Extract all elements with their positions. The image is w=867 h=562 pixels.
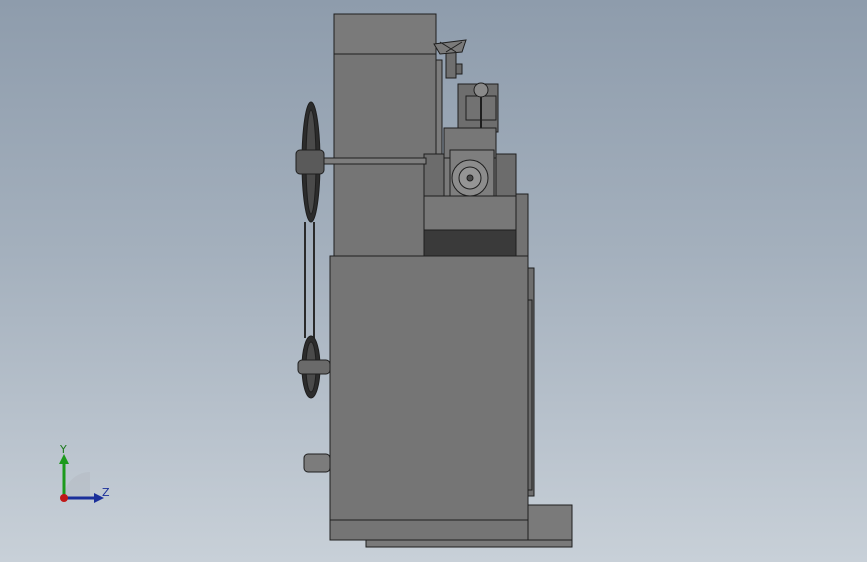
head-frame-left: [423, 153, 445, 197]
drive-shaft: [317, 157, 427, 165]
z-axis-label: Z: [102, 486, 110, 499]
handwheel-stem: [445, 51, 457, 79]
handwheel-collar: [455, 63, 463, 75]
view-triad[interactable]: Y Z: [44, 440, 124, 512]
cad-viewport[interactable]: Y Z: [0, 0, 867, 562]
triad-quadrant: [64, 472, 90, 498]
lower-pulley-hub: [297, 359, 331, 375]
head-frame-right: [495, 153, 517, 197]
x-axis-dot: [60, 494, 68, 502]
lower-column: [329, 255, 529, 541]
saddle-band: [423, 229, 517, 257]
triad-axes: [59, 454, 104, 503]
y-axis-label: Y: [60, 443, 67, 456]
stub-shaft: [303, 453, 331, 473]
lever-knob[interactable]: [473, 82, 489, 98]
machine-model[interactable]: [0, 0, 867, 562]
side-panel-inner: [527, 299, 533, 491]
upper-tower: [333, 53, 437, 257]
tower-cap: [333, 13, 437, 55]
upper-pulley-hub: [295, 149, 325, 175]
spindle-center: [466, 174, 474, 182]
saddle-side-plate: [515, 193, 529, 257]
vertical-rod: [435, 59, 443, 161]
saddle: [423, 195, 517, 231]
